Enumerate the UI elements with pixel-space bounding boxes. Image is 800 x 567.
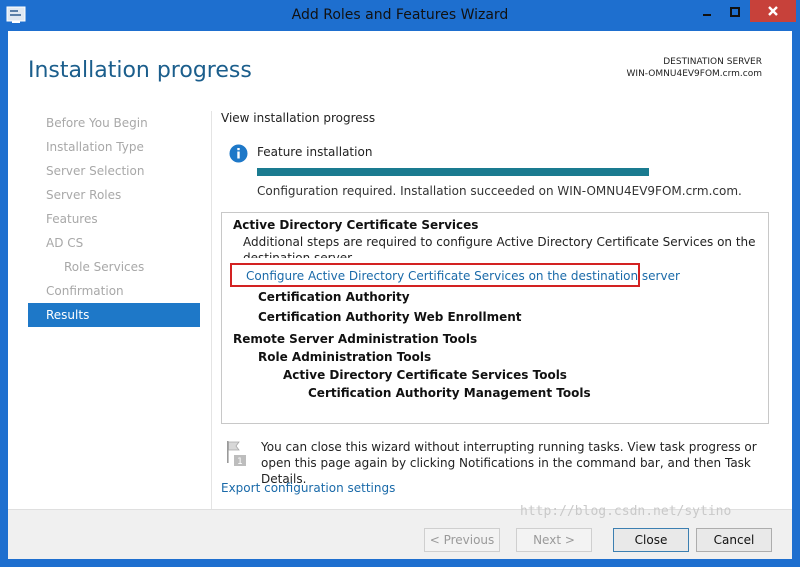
destination-server-name: WIN-OMNU4EV9FOM.crm.com [626, 69, 762, 79]
previous-button[interactable]: < Previous [424, 528, 500, 552]
adcs-note: Additional steps are required to configu… [243, 235, 756, 258]
nav-item-results[interactable]: Results [28, 303, 200, 327]
result-cert-authority: Certification Authority [258, 290, 410, 304]
result-role-admin-tools: Role Administration Tools [258, 350, 432, 364]
nav-item-ad-cs[interactable]: AD CS [28, 231, 200, 255]
results-panel[interactable]: Active Directory Certificate Services Ad… [221, 212, 769, 424]
flag-badge: 1 [237, 457, 243, 466]
wizard-steps-nav: Before You Begin Installation Type Serve… [28, 111, 200, 327]
window-title: Add Roles and Features Wizard [291, 7, 509, 23]
maximize-icon [729, 2, 740, 21]
title-bar[interactable]: Add Roles and Features Wizard [0, 0, 800, 31]
destination-server-label: DESTINATION SERVER [663, 57, 762, 67]
close-window-button[interactable] [750, 0, 796, 22]
result-ca-mgmt-tools: Certification Authority Management Tools [308, 386, 591, 400]
next-button[interactable]: Next > [516, 528, 592, 552]
minimize-button[interactable] [693, 0, 720, 22]
wizard-window: Add Roles and Features Wizard Installati… [0, 0, 800, 567]
page-title: Installation progress [28, 58, 252, 83]
nav-item-installation-type[interactable]: Installation Type [28, 135, 200, 159]
result-cert-web-enrollment: Certification Authority Web Enrollment [258, 310, 522, 324]
close-button[interactable]: Close [613, 528, 689, 552]
section-label: View installation progress [221, 111, 376, 125]
nav-item-role-services[interactable]: Role Services [28, 255, 200, 279]
export-configuration-link[interactable]: Export configuration settings [221, 481, 395, 495]
nav-item-confirmation[interactable]: Confirmation [28, 279, 200, 303]
nav-item-server-selection[interactable]: Server Selection [28, 159, 200, 183]
configure-adcs-highlight: Configure Active Directory Certificate S… [230, 263, 680, 287]
adcs-heading: Active Directory Certificate Services [233, 218, 479, 232]
nav-item-features[interactable]: Features [28, 207, 200, 231]
maximize-button[interactable] [721, 0, 748, 22]
wizard-body: Installation progress DESTINATION SERVER… [8, 31, 792, 559]
rsat-heading: Remote Server Administration Tools [233, 332, 478, 346]
info-icon [229, 144, 248, 163]
installation-status: Configuration required. Installation suc… [257, 184, 742, 198]
close-wizard-tip: You can close this wizard without interr… [261, 440, 757, 486]
notification-flag-icon: 1 [225, 440, 247, 467]
close-icon [767, 2, 779, 21]
progress-fill [257, 168, 649, 176]
nav-divider [211, 111, 212, 511]
nav-item-before-you-begin[interactable]: Before You Begin [28, 111, 200, 135]
installation-progress-bar [257, 168, 649, 176]
nav-item-server-roles[interactable]: Server Roles [28, 183, 200, 207]
configure-adcs-link[interactable]: Configure Active Directory Certificate S… [246, 269, 680, 283]
result-adcs-tools: Active Directory Certificate Services To… [283, 368, 567, 382]
watermark: http://blog.csdn.net/sytino [520, 504, 732, 519]
cancel-button[interactable]: Cancel [696, 528, 772, 552]
minimize-icon [702, 2, 712, 21]
feature-installation-label: Feature installation [257, 145, 373, 159]
